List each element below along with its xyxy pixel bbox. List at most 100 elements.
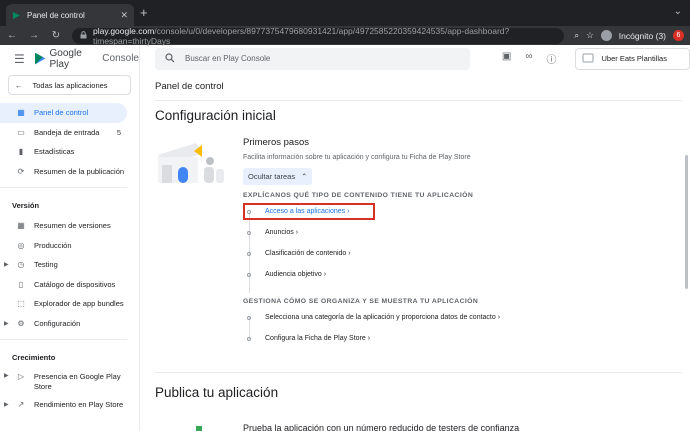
getting-started-card: Primeros pasos Facilita información sobr… xyxy=(243,137,563,349)
logo-text-console: Console xyxy=(102,53,139,64)
browser-tab[interactable]: Panel de control ✕ xyxy=(6,4,134,26)
device-catalog-icon: ▯ xyxy=(18,279,24,289)
all-apps-label: Todas las aplicaciones xyxy=(32,80,108,90)
sidebar-item-device-catalog[interactable]: ▯ Catálogo de dispositivos xyxy=(0,275,139,295)
all-apps-button[interactable]: ← Todas las aplicaciones xyxy=(8,75,131,95)
tab-search-icon[interactable]: ⌄ xyxy=(674,6,682,17)
sidebar-section-growth: Crecimiento xyxy=(12,352,56,362)
sidebar-item-app-bundle-explorer[interactable]: ⬚ Explorador de app bundles xyxy=(0,294,139,314)
sidebar-item-store-performance[interactable]: ▶ ↗ Rendimiento en Play Store xyxy=(0,395,139,415)
help-icon[interactable]: ⓘ xyxy=(547,51,557,66)
task-app-category[interactable]: Selecciona una categoría de la aplicació… xyxy=(243,307,563,328)
tab-close-icon[interactable]: ✕ xyxy=(120,10,128,21)
gear-icon: ⚙ xyxy=(17,318,25,328)
feedback-icon[interactable]: ▣ xyxy=(502,51,511,66)
task-status-icon xyxy=(247,209,251,214)
arrow-back-icon: ← xyxy=(15,80,23,90)
task-group-title: GESTIONA CÓMO SE ORGANIZA Y SE MUESTRA T… xyxy=(243,297,479,305)
hide-tasks-label: Ocultar tareas xyxy=(248,172,296,181)
tab-title: Panel de control xyxy=(27,10,85,20)
sidebar-item-label: Testing xyxy=(34,260,58,270)
task-label: Configura la Ficha de Play Store › xyxy=(265,335,371,342)
back-icon[interactable]: ← xyxy=(6,30,18,41)
setup-illustration xyxy=(156,143,228,185)
sidebar-section-release: Versión xyxy=(12,200,40,210)
app-selector[interactable]: Uber Eats Plantillas xyxy=(574,47,690,70)
menu-icon[interactable]: ☰ xyxy=(14,52,25,66)
task-status-icon xyxy=(247,230,251,235)
sidebar-divider xyxy=(0,187,127,188)
chevron-up-icon: ⌃ xyxy=(301,172,308,181)
main-content: Buscar en Play Console ▣ ∞ ⓘ Uber Eats P… xyxy=(140,45,690,431)
task-label: Anuncios › xyxy=(265,229,299,236)
inbox-count: 5 xyxy=(116,127,121,137)
play-logo-icon xyxy=(34,52,46,65)
task-app-access[interactable]: Acceso a las aplicaciones › xyxy=(243,203,375,220)
address-bar-row: ← → ↻ play.google.com/console/u/0/develo… xyxy=(0,25,690,46)
sidebar-item-inbox[interactable]: ▭ Bandeja de entrada 5 xyxy=(0,123,139,143)
publish-illustration xyxy=(196,426,202,431)
task-status-icon xyxy=(247,315,251,320)
publish-icon: ⟳ xyxy=(17,166,25,176)
expand-caret-icon: ▶ xyxy=(4,262,9,269)
sidebar-item-release-overview[interactable]: ▦ Resumen de versiones xyxy=(0,216,139,236)
search-input[interactable]: Buscar en Play Console xyxy=(155,47,470,70)
sidebar-item-production[interactable]: ◎ Producción xyxy=(0,236,139,256)
task-label: Audiencia objetivo › xyxy=(265,271,327,278)
sidebar-item-label: Catálogo de dispositivos xyxy=(34,279,116,289)
sidebar: ☰ Google Play Console ← Todas las aplica… xyxy=(0,45,140,431)
page-title: Panel de control xyxy=(155,80,224,92)
url-bar[interactable]: play.google.com/console/u/0/developers/8… xyxy=(72,25,565,46)
sidebar-item-label: Resumen de la publicación xyxy=(34,166,125,176)
sidebar-item-label: Configuración xyxy=(34,318,81,328)
sidebar-item-dashboard[interactable]: ▦ Panel de control xyxy=(0,103,127,123)
task-status-icon xyxy=(247,336,251,341)
card-title: Primeros pasos xyxy=(243,137,309,148)
play-store-icon: ▷ xyxy=(17,372,24,381)
sidebar-item-label: Presencia en Google Play Store xyxy=(33,372,121,391)
task-ads[interactable]: Anuncios › xyxy=(243,222,563,243)
search-icon xyxy=(165,52,175,65)
task-target-audience[interactable]: Audiencia objetivo › xyxy=(243,264,563,285)
sidebar-item-label: Bandeja de entrada xyxy=(34,127,100,137)
new-tab-icon[interactable]: + xyxy=(140,5,148,20)
bookmark-star-icon[interactable]: ☆ xyxy=(586,30,594,41)
notification-badge[interactable]: 6 xyxy=(673,30,684,41)
url-host: play.google.com xyxy=(93,25,155,36)
header-divider xyxy=(155,100,682,101)
task-group-title: EXPLÍCANOS QUÉ TIPO DE CONTENIDO TIENE T… xyxy=(243,191,474,199)
task-label: Clasificación de contenido › xyxy=(265,250,351,257)
task-content-rating[interactable]: Clasificación de contenido › xyxy=(243,243,563,264)
sidebar-item-testing[interactable]: ▶ ◷ Testing xyxy=(0,255,139,275)
task-group-content: Selecciona una categoría de la aplicació… xyxy=(243,307,563,349)
task-store-listing[interactable]: Configura la Ficha de Play Store › xyxy=(243,328,563,349)
search-placeholder: Buscar en Play Console xyxy=(185,54,271,63)
sidebar-item-label: Resumen de versiones xyxy=(34,221,111,231)
sidebar-item-store-presence[interactable]: ▶ ▷ Presencia en Google Play Store xyxy=(0,368,139,395)
sidebar-item-stats[interactable]: ▮ Estadísticas xyxy=(0,142,139,162)
forward-icon[interactable]: → xyxy=(28,30,40,41)
app-name: Uber Eats Plantillas xyxy=(601,54,667,63)
profile-label[interactable]: Incógnito (3) xyxy=(619,31,666,41)
reload-icon[interactable]: ↻ xyxy=(50,30,62,41)
sidebar-item-label: Rendimiento en Play Store xyxy=(34,400,124,410)
scrollbar[interactable] xyxy=(685,155,688,289)
task-group-content: Acceso a las aplicaciones › Anuncios › C… xyxy=(243,203,563,293)
sidebar-item-setup[interactable]: ▶ ⚙ Configuración xyxy=(0,314,139,334)
play-console-logo[interactable]: Google Play Console xyxy=(34,48,139,70)
task-status-icon xyxy=(247,272,251,277)
dashboard-icon: ▦ xyxy=(17,108,25,118)
testing-icon: ◷ xyxy=(17,260,25,270)
hide-tasks-button[interactable]: Ocultar tareas ⌃ xyxy=(243,168,313,185)
sidebar-item-label: Estadísticas xyxy=(34,147,75,157)
setup-section-title: Configuración inicial xyxy=(155,108,276,123)
url-path: /console/u/0/developers/8977375479680931… xyxy=(93,25,510,46)
sidebar-item-publishing-overview[interactable]: ⟳ Resumen de la publicación xyxy=(0,162,139,182)
expand-caret-icon: ▶ xyxy=(4,402,9,409)
bundle-explorer-icon: ⬚ xyxy=(17,299,25,309)
zoom-icon[interactable]: ⌕ xyxy=(574,30,579,41)
production-icon: ◎ xyxy=(17,240,25,250)
browser-tabstrip: Panel de control ✕ + ⌄ xyxy=(0,0,690,26)
incognito-avatar-icon[interactable] xyxy=(600,30,612,41)
link-icon[interactable]: ∞ xyxy=(525,51,532,66)
